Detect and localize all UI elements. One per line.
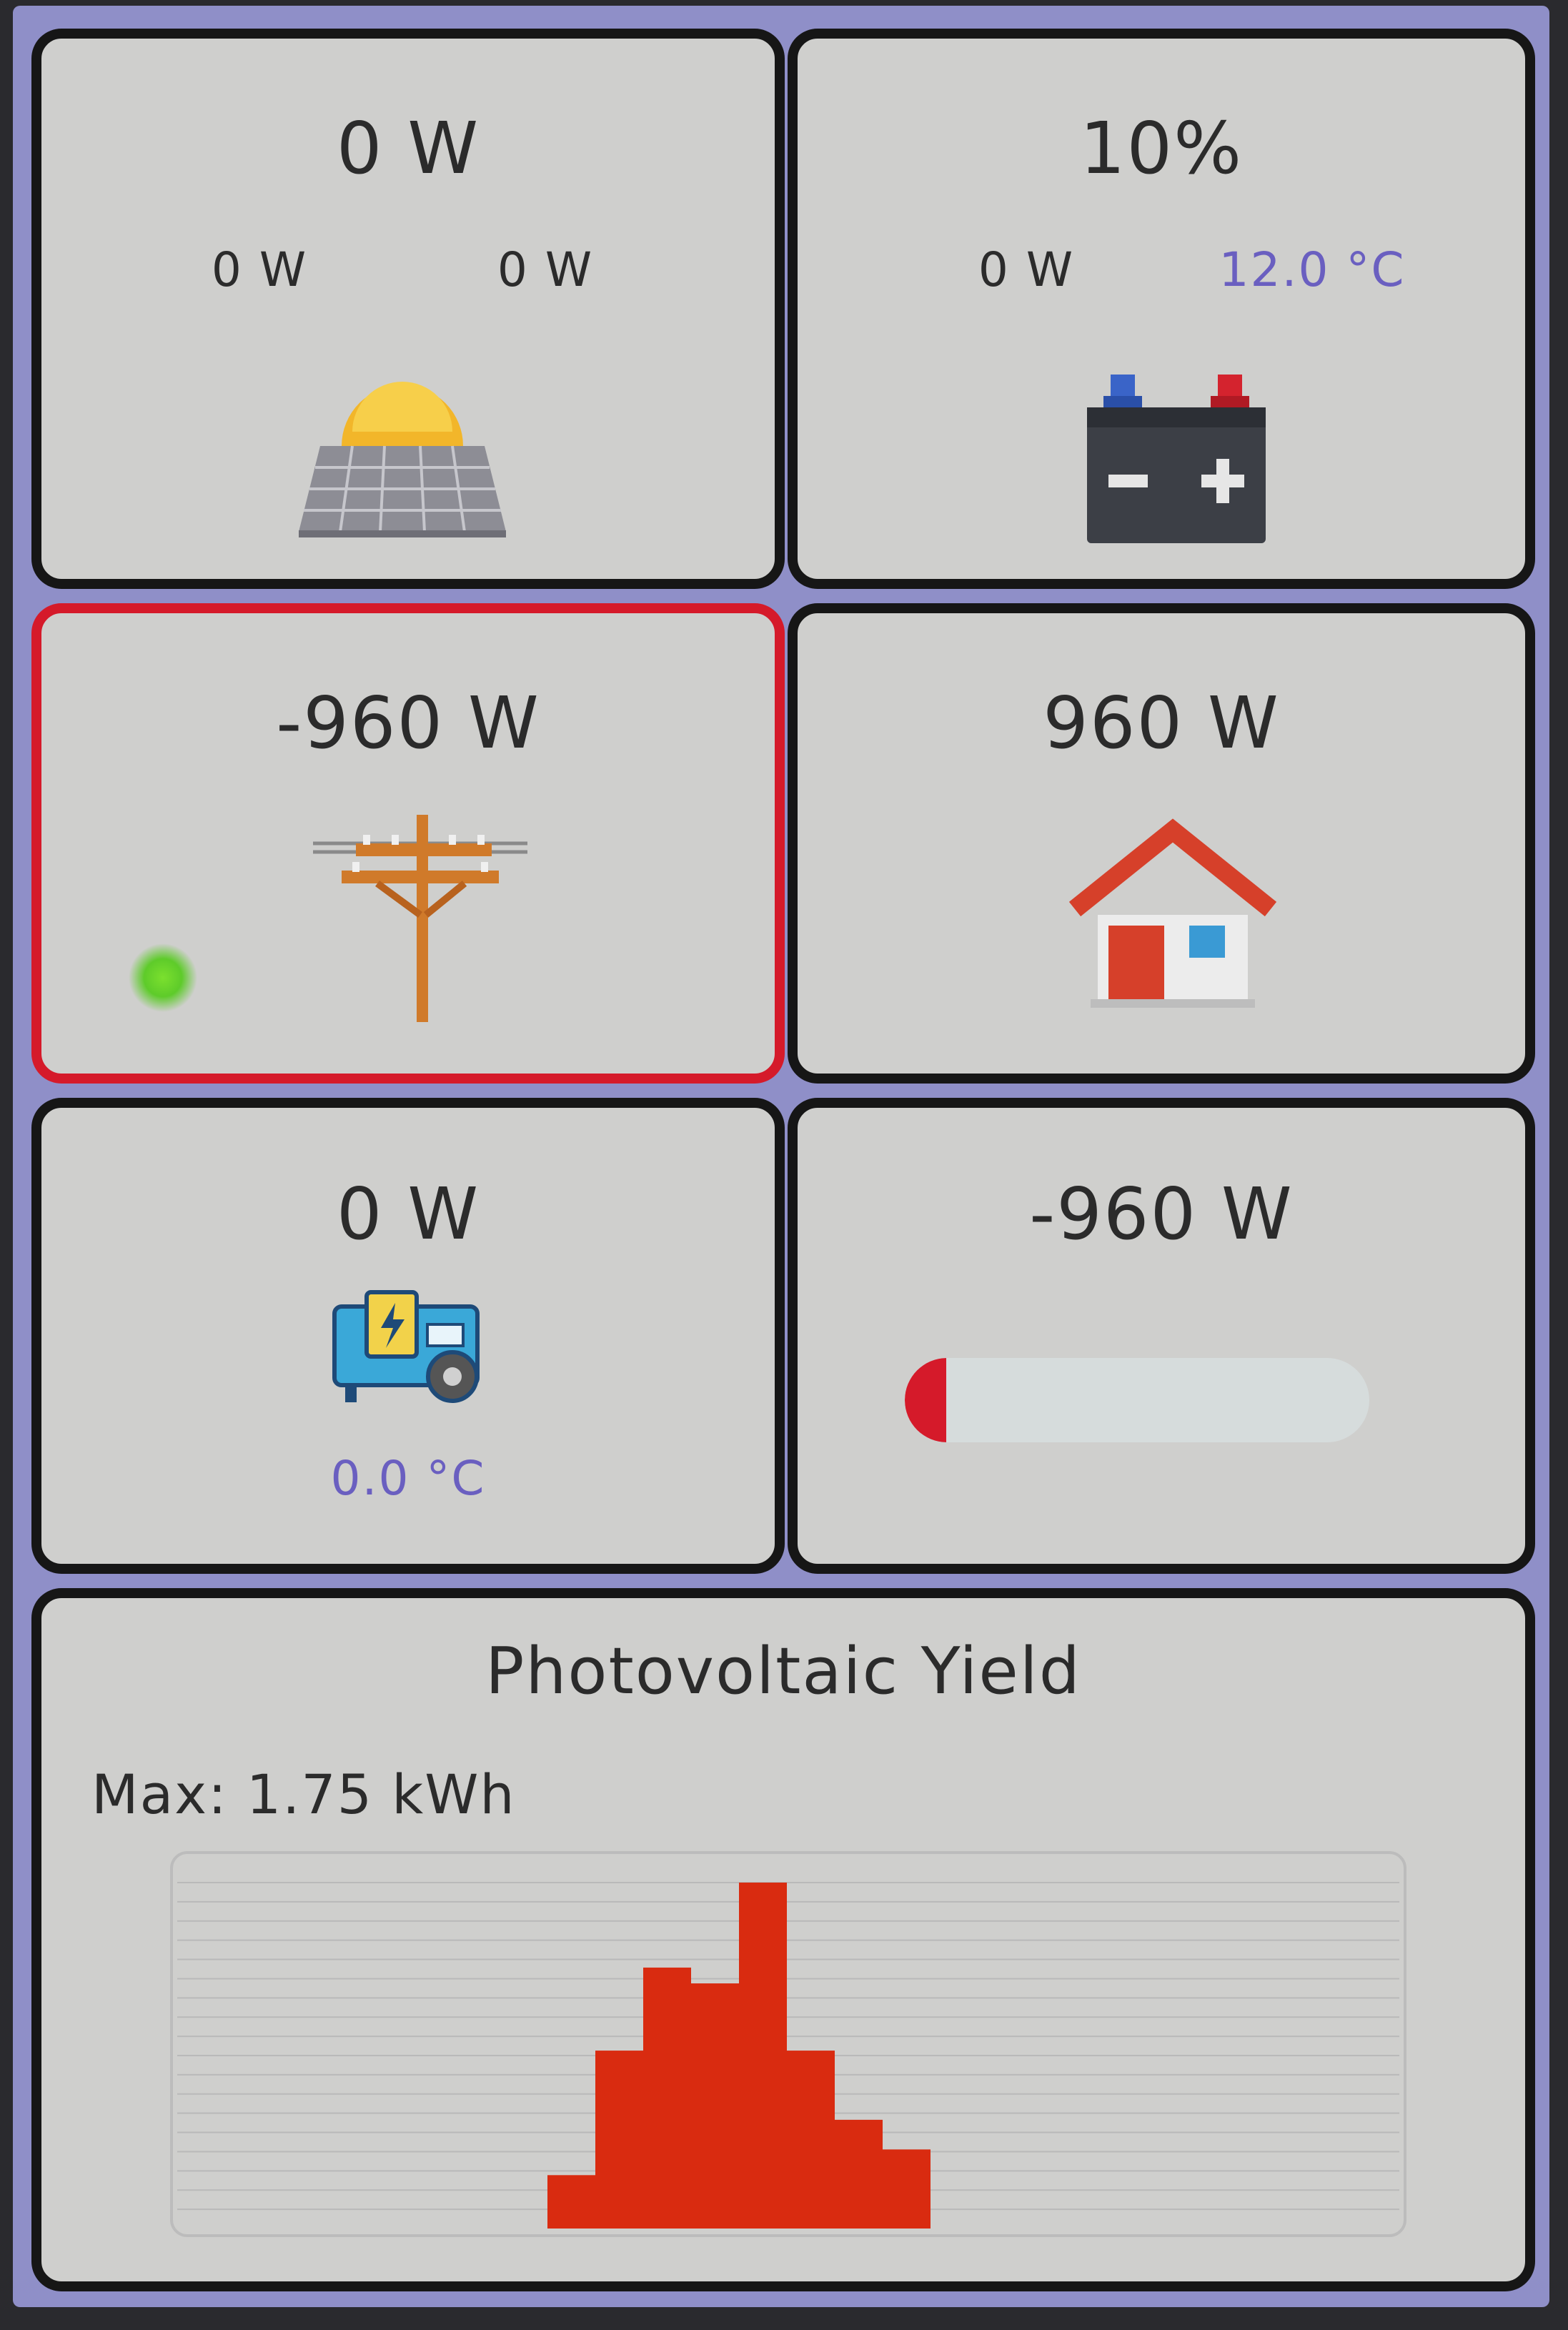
generator-power: 0 W xyxy=(336,1172,480,1256)
yield-chart xyxy=(177,1882,1399,2229)
yield-title: Photovoltaic Yield xyxy=(485,1634,1081,1709)
solar-panel-icon xyxy=(292,367,513,539)
battery-icon xyxy=(1083,367,1269,546)
generator-card[interactable]: 0 W 0.0 °C xyxy=(31,1098,785,1574)
power-pole-icon xyxy=(313,815,527,1022)
solar-total-power: 0 W xyxy=(336,106,480,190)
yield-bar xyxy=(643,1967,691,2229)
yield-bar xyxy=(739,1883,787,2229)
yield-bar xyxy=(691,1983,739,2229)
grid-card[interactable]: -960 W xyxy=(31,603,785,1084)
dashboard-screen: 0 W 0 W 0 W 10% 0 W 12.0 °C -960 W 960 W… xyxy=(13,6,1549,2307)
yield-bar xyxy=(835,2119,883,2229)
battery-soc: 10% xyxy=(1079,106,1244,190)
solar-string2-power: 0 W xyxy=(497,242,594,297)
solar-string1-power: 0 W xyxy=(211,242,308,297)
solar-card[interactable]: 0 W 0 W 0 W xyxy=(31,29,785,589)
battery-card[interactable]: 10% 0 W 12.0 °C xyxy=(788,29,1535,589)
flow-power: -960 W xyxy=(1029,1172,1294,1256)
flow-card[interactable]: -960 W xyxy=(788,1098,1535,1574)
generator-temperature: 0.0 °C xyxy=(330,1451,486,1506)
house-icon xyxy=(1069,815,1276,1008)
battery-power: 0 W xyxy=(978,242,1075,297)
home-power: 960 W xyxy=(1043,681,1280,765)
flow-bar-track xyxy=(905,1358,1369,1442)
yield-max-label: Max: 1.75 kWh xyxy=(91,1763,516,1826)
yield-bar xyxy=(787,2051,835,2229)
yield-chart-area xyxy=(170,1851,1406,2237)
generator-icon xyxy=(327,1285,499,1407)
home-card[interactable]: 960 W xyxy=(788,603,1535,1084)
yield-bar xyxy=(547,2175,595,2229)
battery-temperature: 12.0 °C xyxy=(1219,242,1406,297)
grid-power: -960 W xyxy=(276,681,540,765)
yield-bar xyxy=(883,2149,931,2229)
flow-bar-fill xyxy=(905,1358,946,1442)
yield-bar xyxy=(595,2051,643,2229)
yield-card[interactable]: Photovoltaic Yield Max: 1.75 kWh xyxy=(31,1588,1535,2291)
grid-status-dot xyxy=(127,942,199,1013)
